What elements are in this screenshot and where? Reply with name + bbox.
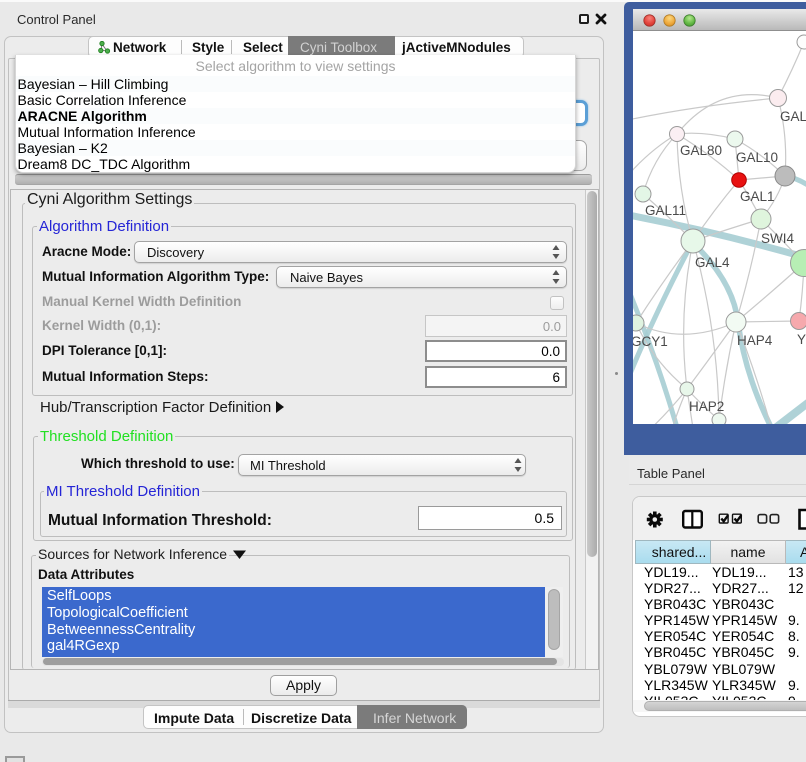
svg-text:GAL10: GAL10 — [736, 150, 778, 165]
svg-text:GAL7: GAL7 — [780, 109, 806, 124]
svg-text:HAP2: HAP2 — [689, 399, 724, 414]
svg-text:HAP4: HAP4 — [737, 333, 773, 348]
svg-text:GCY1: GCY1 — [633, 334, 668, 349]
svg-text:SWI4: SWI4 — [761, 231, 794, 246]
svg-text:GAL80: GAL80 — [680, 143, 722, 158]
svg-text:GAL1: GAL1 — [740, 189, 775, 204]
svg-text:GAL4: GAL4 — [695, 255, 730, 270]
svg-text:GAL11: GAL11 — [645, 203, 686, 218]
svg-text:Y: Y — [797, 332, 806, 347]
